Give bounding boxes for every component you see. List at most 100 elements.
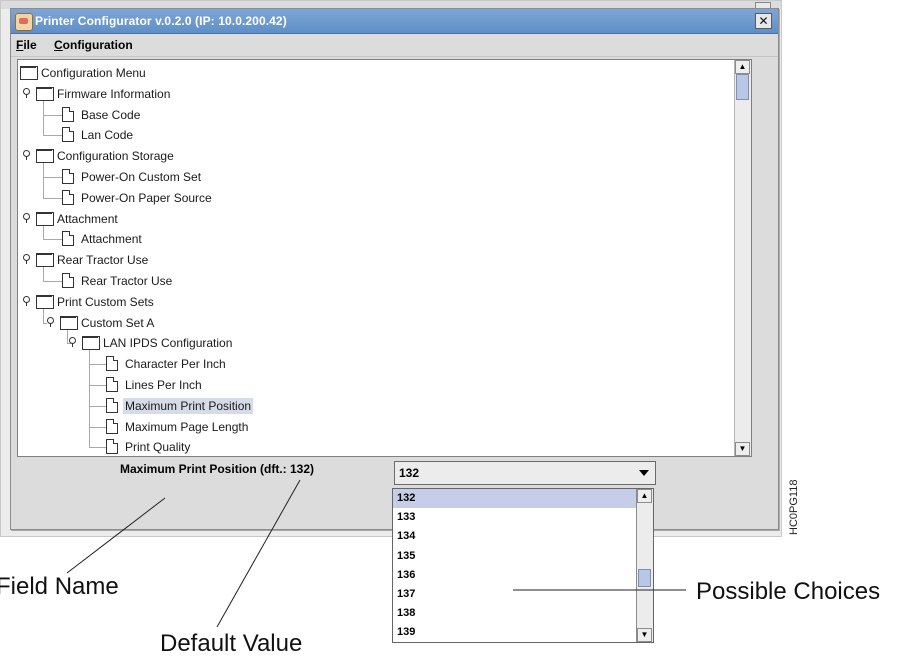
- dropdown-option-label: 139: [397, 626, 416, 639]
- tree-node[interactable]: Firmware Information: [18, 85, 718, 103]
- title-bar[interactable]: Printer Configurator v.0.2.0 (IP: 10.0.2…: [11, 9, 778, 34]
- app-icon: [15, 13, 33, 31]
- dropdown-option-label: 138: [397, 607, 416, 620]
- tree-node[interactable]: Character Per Inch: [18, 355, 718, 373]
- tree-node[interactable]: Maximum Print Position: [18, 397, 718, 415]
- file-icon: [106, 397, 118, 413]
- tree-node[interactable]: LAN IPDS Configuration: [18, 334, 718, 352]
- tree-node[interactable]: Lines Per Inch: [18, 376, 718, 394]
- dropdown-option[interactable]: 139: [393, 623, 638, 642]
- tree-node-label: Configuration Menu: [41, 66, 146, 80]
- tree-node-label: Attachment: [57, 211, 118, 226]
- menu-configuration[interactable]: Configuration: [54, 38, 133, 52]
- tree-vertical-scrollbar[interactable]: ▲ ▼: [734, 60, 751, 456]
- folder-icon: [36, 253, 54, 268]
- combo-dropdown-list[interactable]: 132 133 134 135 136 137 138 139 ▲ ▼: [392, 488, 654, 643]
- file-icon: [62, 273, 74, 288]
- field-name-annotation: Field Name: [0, 573, 119, 600]
- file-icon: [106, 439, 118, 455]
- folder-icon: [82, 336, 100, 351]
- dropdown-scrollbar[interactable]: ▲ ▼: [636, 489, 653, 642]
- menu-file-label: ile: [23, 38, 37, 52]
- value-combobox[interactable]: 132: [394, 461, 656, 485]
- tree-node-label: Custom Set A: [81, 315, 155, 330]
- tree-node-label: LAN IPDS Configuration: [103, 336, 233, 351]
- tree-expand-toggle-icon[interactable]: [46, 316, 55, 327]
- tree-expand-toggle-icon[interactable]: [22, 87, 31, 98]
- tree-node-label: Lines Per Inch: [125, 378, 202, 392]
- menu-bar: File Configuration: [11, 34, 778, 57]
- dropdown-option-label: 132: [397, 492, 416, 504]
- dropdown-option[interactable]: 135: [393, 547, 638, 566]
- dropdown-option[interactable]: 138: [393, 604, 638, 623]
- tree-node[interactable]: Attachment: [18, 210, 718, 228]
- folder-icon: [20, 66, 38, 80]
- tree-node-label: Character Per Inch: [125, 357, 226, 372]
- folder-icon: [36, 86, 54, 101]
- menu-file[interactable]: File: [16, 38, 37, 52]
- dropdown-option[interactable]: 136: [393, 566, 638, 585]
- tree-node-label: Attachment: [81, 232, 142, 247]
- tree-node[interactable]: Custom Set A: [18, 314, 718, 332]
- tree-node-label: Print Quality: [125, 440, 191, 455]
- tree-expand-toggle-icon[interactable]: [22, 150, 31, 161]
- tree-node-label: Firmware Information: [57, 86, 171, 101]
- window-title: Printer Configurator v.0.2.0 (IP: 10.0.2…: [35, 14, 287, 28]
- file-icon: [62, 106, 74, 122]
- dropdown-option[interactable]: 132: [393, 489, 638, 508]
- tree-node-label: Maximum Print Position: [123, 397, 254, 414]
- folder-icon: [36, 294, 54, 309]
- file-icon: [62, 189, 74, 205]
- configuration-tree[interactable]: Configuration Menu Firmware Information Ba…: [17, 59, 752, 457]
- tree-expand-toggle-icon[interactable]: [22, 254, 31, 265]
- close-button[interactable]: ✕: [755, 13, 772, 29]
- tree-node-label: Base Code: [81, 107, 141, 122]
- tree-expand-toggle-icon[interactable]: [22, 295, 31, 306]
- file-icon: [62, 169, 74, 184]
- tree-node[interactable]: Print Custom Sets: [18, 293, 718, 311]
- tree-node-label: Rear Tractor Use: [81, 274, 173, 288]
- folder-icon: [60, 315, 78, 330]
- scroll-down-arrow-icon[interactable]: ▼: [735, 442, 750, 456]
- dropdown-option-label: 133: [397, 511, 416, 524]
- tree-expand-toggle-icon[interactable]: [68, 337, 77, 348]
- tree-node[interactable]: Rear Tractor Use: [18, 251, 718, 269]
- tree-node[interactable]: Base Code: [18, 106, 718, 124]
- dropdown-option[interactable]: 137: [393, 585, 638, 604]
- scroll-up-arrow-icon[interactable]: ▲: [735, 60, 750, 74]
- tree-node-label: Rear Tractor Use: [57, 253, 149, 268]
- possible-choices-annotation: Possible Choices: [696, 578, 881, 605]
- tree-node-label: Power-On Paper Source: [81, 190, 212, 205]
- dropdown-scroll-up-icon[interactable]: ▲: [637, 489, 652, 503]
- tree-expand-toggle-icon[interactable]: [22, 212, 31, 223]
- dropdown-scroll-down-icon[interactable]: ▼: [637, 628, 652, 642]
- tree-node-label: Configuration Storage: [57, 149, 174, 164]
- folder-icon: [36, 211, 54, 226]
- file-icon: [106, 418, 118, 434]
- tree-scroll-thumb[interactable]: [736, 74, 749, 100]
- dropdown-option[interactable]: 133: [393, 508, 638, 527]
- tree-node[interactable]: Lan Code: [18, 126, 718, 144]
- tree-node[interactable]: Configuration Menu: [18, 64, 718, 82]
- dropdown-option-label: 136: [397, 568, 416, 581]
- folder-icon: [36, 149, 54, 164]
- tree-node[interactable]: Rear Tractor Use: [18, 272, 718, 290]
- figure-code-label: HC0PG118: [788, 479, 800, 535]
- dropdown-option-label: 135: [397, 549, 416, 562]
- combo-selected-value: 132: [399, 466, 420, 480]
- tree-node[interactable]: Power-On Paper Source: [18, 189, 718, 207]
- menu-configuration-mnemonic: C: [54, 38, 63, 52]
- tree-node[interactable]: Maximum Page Length: [18, 418, 718, 436]
- tree-node[interactable]: Print Quality: [18, 438, 718, 456]
- field-name-label: Maximum Print Position (dft.: 132): [120, 462, 315, 476]
- combo-dropdown-arrow-icon[interactable]: [639, 470, 649, 476]
- dropdown-scroll-thumb[interactable]: [638, 569, 651, 587]
- file-icon: [106, 356, 118, 372]
- tree-node[interactable]: Power-On Custom Set: [18, 168, 718, 186]
- tree-node[interactable]: Configuration Storage: [18, 147, 718, 165]
- tree-node-label: Maximum Page Length: [125, 419, 249, 434]
- dropdown-option[interactable]: 134: [393, 527, 638, 546]
- tree-node[interactable]: Attachment: [18, 230, 718, 248]
- dropdown-option-label: 137: [397, 588, 416, 600]
- tree-node-label: Print Custom Sets: [57, 294, 154, 309]
